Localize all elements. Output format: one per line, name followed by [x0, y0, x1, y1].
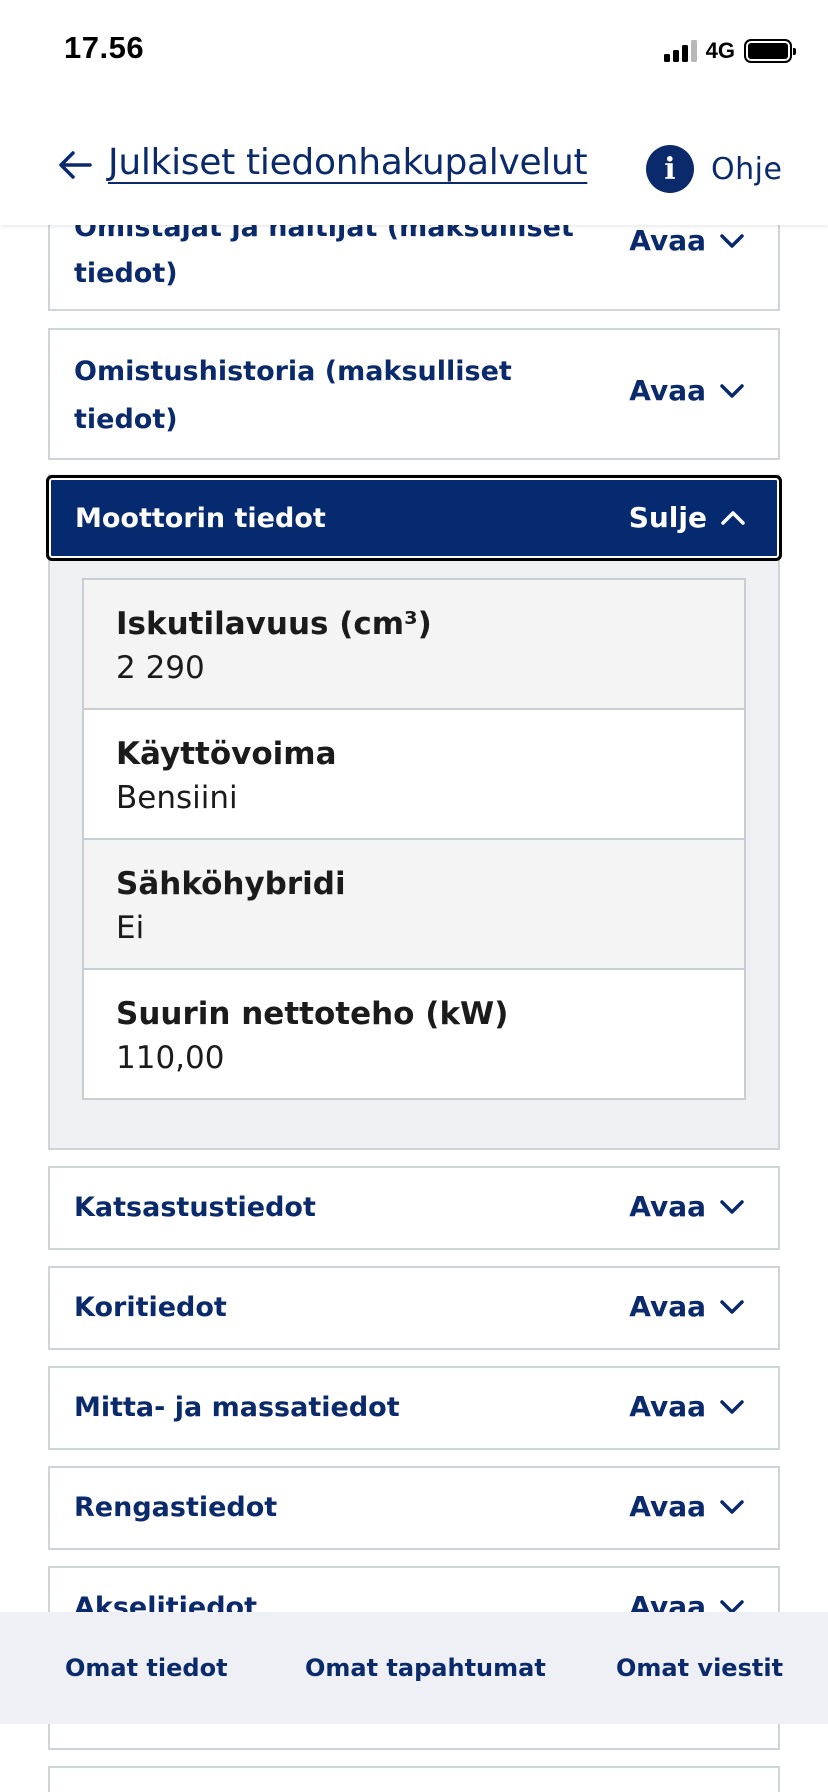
accordion-title: Koritiedot	[74, 1292, 227, 1323]
accordion-hidden[interactable]	[48, 1766, 780, 1792]
accordion-title: Omistushistoria (maksulliset	[74, 356, 512, 387]
detail-value: 110,00	[116, 1040, 225, 1076]
chevron-down-icon	[720, 383, 744, 398]
accordion-inspection[interactable]: Katsastustiedot Avaa	[48, 1166, 780, 1250]
detail-row: Sähköhybridi Ei	[84, 840, 744, 970]
app-header: Julkiset tiedonhakupalvelut i Ohje	[0, 100, 828, 225]
accordion-toggle-label: Avaa	[629, 1290, 706, 1323]
detail-row: Iskutilavuus (cm³) 2 290	[84, 580, 744, 710]
accordion-toggle[interactable]: Avaa	[629, 1490, 744, 1523]
chevron-down-icon	[720, 1399, 744, 1414]
nav-my-messages[interactable]: Omat viestit	[616, 1612, 783, 1724]
accordion-toggle-label: Avaa	[629, 1390, 706, 1423]
nav-my-info[interactable]: Omat tiedot	[65, 1612, 228, 1724]
accordion-body[interactable]: Koritiedot Avaa	[48, 1266, 780, 1350]
accordion-toggle-label: Avaa	[629, 1190, 706, 1223]
accordion-toggle-label: Avaa	[629, 374, 706, 407]
accordion-engine-header[interactable]: Moottorin tiedot Sulje	[46, 475, 782, 561]
page-content: Omistajat ja haltijat (maksulliset tiedo…	[0, 0, 828, 1792]
info-icon[interactable]: i	[646, 145, 694, 193]
accordion-toggle-label: Sulje	[628, 501, 707, 534]
engine-details-list: Iskutilavuus (cm³) 2 290 Käyttövoima Ben…	[82, 578, 746, 1100]
detail-label: Suurin nettoteho (kW)	[116, 996, 509, 1032]
accordion-toggle[interactable]: Avaa	[629, 1390, 744, 1423]
status-bar: 17.56 4G	[0, 0, 828, 100]
nav-my-events[interactable]: Omat tapahtumat	[305, 1612, 546, 1724]
accordion-toggle[interactable]: Avaa	[629, 1290, 744, 1323]
detail-value: 2 290	[116, 650, 205, 686]
back-arrow-icon[interactable]	[58, 150, 92, 180]
detail-label: Sähköhybridi	[116, 866, 346, 902]
detail-label: Käyttövoima	[116, 736, 337, 772]
accordion-title: Katsastustiedot	[74, 1192, 316, 1223]
back-link[interactable]: Julkiset tiedonhakupalvelut	[108, 142, 588, 183]
chevron-down-icon	[720, 1299, 744, 1314]
help-link[interactable]: Ohje	[711, 152, 782, 187]
detail-row: Käyttövoima Bensiini	[84, 710, 744, 840]
detail-row: Suurin nettoteho (kW) 110,00	[84, 970, 744, 1098]
status-time: 17.56	[64, 30, 145, 65]
accordion-dimensions[interactable]: Mitta- ja massatiedot Avaa	[48, 1366, 780, 1450]
chevron-down-icon	[720, 1199, 744, 1214]
bottom-nav: Omat tiedot Omat tapahtumat Omat viestit	[0, 1612, 828, 1724]
accordion-title: Moottorin tiedot	[75, 503, 326, 534]
detail-value: Ei	[116, 910, 145, 946]
accordion-toggle-label: Avaa	[629, 1490, 706, 1523]
accordion-toggle[interactable]: Sulje	[629, 501, 745, 534]
battery-icon	[744, 39, 796, 63]
chevron-down-icon	[720, 233, 744, 248]
status-indicators: 4G	[663, 38, 796, 64]
detail-label: Iskutilavuus (cm³)	[116, 606, 432, 642]
chevron-up-icon	[721, 510, 745, 525]
accordion-title-line2: tiedot)	[74, 404, 178, 435]
signal-icon	[663, 40, 697, 62]
detail-value: Bensiini	[116, 780, 238, 816]
accordion-ownership-history[interactable]: Omistushistoria (maksulliset tiedot) Ava…	[48, 328, 780, 460]
accordion-toggle-label: Avaa	[629, 224, 706, 257]
network-label: 4G	[705, 38, 735, 63]
accordion-title: Mitta- ja massatiedot	[74, 1392, 400, 1423]
chevron-down-icon	[720, 1499, 744, 1514]
accordion-toggle[interactable]: Avaa	[629, 224, 744, 257]
accordion-tyres[interactable]: Rengastiedot Avaa	[48, 1466, 780, 1550]
accordion-toggle[interactable]: Avaa	[629, 1190, 744, 1223]
accordion-title: Rengastiedot	[74, 1492, 278, 1523]
accordion-toggle[interactable]: Avaa	[629, 374, 744, 407]
accordion-title-line2: tiedot)	[74, 258, 178, 289]
